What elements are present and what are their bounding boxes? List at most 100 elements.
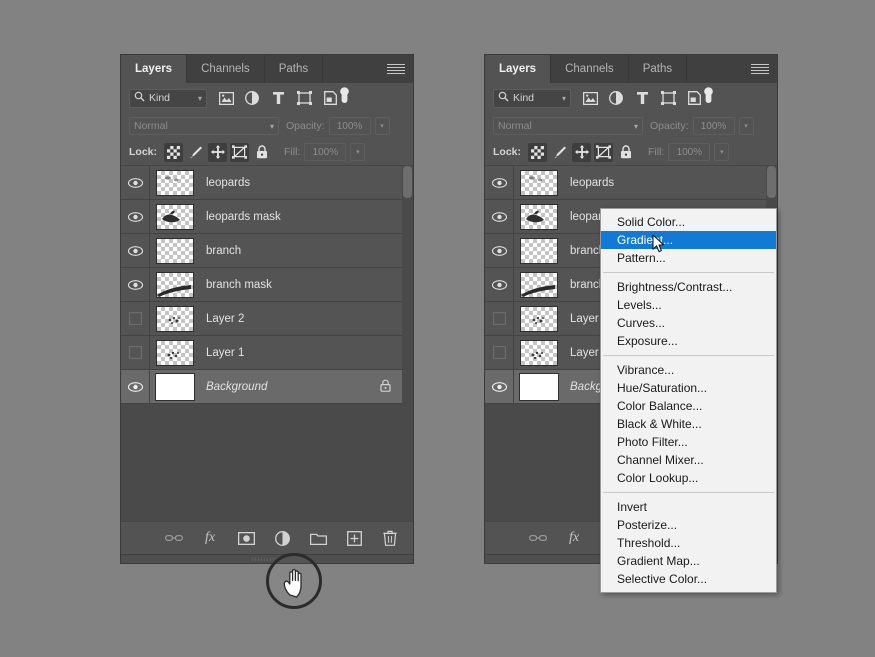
layer-thumbnail[interactable] (520, 305, 558, 332)
lock-image-pixels[interactable] (550, 143, 569, 162)
menu-item-channel-mixer[interactable]: Channel Mixer... (601, 451, 776, 469)
folder-icon[interactable] (309, 529, 327, 547)
opacity-stepper[interactable]: ▾ (374, 117, 390, 135)
layer-thumbnail[interactable] (520, 169, 558, 196)
menu-item-threshold[interactable]: Threshold... (601, 534, 776, 552)
trash-icon[interactable] (381, 529, 399, 547)
menu-item-solid-color[interactable]: Solid Color... (601, 213, 776, 231)
menu-item-color-balance[interactable]: Color Balance... (601, 397, 776, 415)
table-row[interactable]: leopards (121, 166, 413, 200)
hamburger-icon[interactable] (751, 55, 769, 83)
type-layer-filter-icon[interactable] (634, 90, 650, 106)
fill-input[interactable]: 100% (304, 143, 347, 161)
layer-visibility-toggle[interactable] (485, 234, 514, 267)
filter-toggle-switch[interactable] (702, 86, 715, 110)
menu-item-black-and-white[interactable]: Black & White... (601, 415, 776, 433)
menu-item-curves[interactable]: Curves... (601, 314, 776, 332)
opacity-input[interactable]: 100% (692, 117, 735, 135)
layer-visibility-toggle[interactable] (485, 302, 514, 335)
menu-item-exposure[interactable]: Exposure... (601, 332, 776, 350)
filter-toggle-switch[interactable] (338, 86, 351, 110)
menu-item-gradient[interactable]: Gradient... (601, 231, 776, 249)
layer-visibility-toggle[interactable] (121, 200, 150, 233)
layer-thumbnail[interactable] (519, 372, 559, 401)
menu-item-posterize[interactable]: Posterize... (601, 516, 776, 534)
layer-list-scrollbar[interactable] (402, 166, 413, 521)
menu-item-brightness-contrast[interactable]: Brightness/Contrast... (601, 278, 776, 296)
layer-thumbnail[interactable] (156, 339, 194, 366)
menu-item-hue-saturation[interactable]: Hue/Saturation... (601, 379, 776, 397)
scrollbar-thumb[interactable] (767, 166, 776, 198)
lock-artboard-nesting[interactable] (594, 142, 614, 162)
menu-item-photo-filter[interactable]: Photo Filter... (601, 433, 776, 451)
layer-visibility-toggle[interactable] (121, 234, 150, 267)
layer-visibility-toggle[interactable] (485, 336, 514, 369)
tab-paths[interactable]: Paths (628, 55, 688, 83)
table-row[interactable]: branch (121, 234, 413, 268)
lock-artboard-nesting[interactable] (230, 142, 250, 162)
lock-transparent-pixels[interactable] (528, 142, 548, 162)
table-row[interactable]: Layer 2 (121, 302, 413, 336)
tab-layers[interactable]: Layers (121, 55, 188, 83)
opacity-stepper[interactable]: ▾ (738, 117, 754, 135)
fill-stepper[interactable]: ▾ (350, 143, 366, 161)
layer-thumbnail[interactable] (520, 271, 558, 298)
filter-kind-select[interactable]: Kind ▾ (493, 88, 571, 108)
layer-visibility-toggle[interactable] (121, 268, 150, 301)
layer-visibility-toggle[interactable] (121, 302, 150, 335)
table-row[interactable]: Layer 1 (121, 336, 413, 370)
layer-thumbnail[interactable] (520, 203, 558, 230)
layer-visibility-toggle[interactable] (485, 370, 514, 403)
scrollbar-thumb[interactable] (403, 166, 412, 198)
layer-thumbnail[interactable] (156, 169, 194, 196)
tab-channels[interactable]: Channels (187, 55, 265, 83)
fill-stepper[interactable]: ▾ (714, 143, 730, 161)
menu-item-vibrance[interactable]: Vibrance... (601, 361, 776, 379)
link-icon[interactable] (529, 529, 547, 547)
opacity-input[interactable]: 100% (328, 117, 371, 135)
blend-mode-select[interactable]: Normal ▾ (129, 117, 279, 135)
adjustment-layer-filter-icon[interactable] (608, 90, 624, 106)
lock-position[interactable] (572, 142, 592, 162)
lock-image-pixels[interactable] (186, 143, 205, 162)
panel-resize-grip[interactable] (121, 554, 413, 563)
table-row[interactable]: Background (121, 370, 413, 404)
lock-transparent-pixels[interactable] (164, 142, 184, 162)
smart-object-filter-icon[interactable] (322, 90, 338, 106)
type-layer-filter-icon[interactable] (270, 90, 286, 106)
tab-layers[interactable]: Layers (485, 55, 552, 83)
menu-item-pattern[interactable]: Pattern... (601, 249, 776, 267)
tab-paths[interactable]: Paths (264, 55, 324, 83)
blend-mode-select[interactable]: Normal ▾ (493, 117, 643, 135)
adjustment-layer-filter-icon[interactable] (244, 90, 260, 106)
layer-thumbnail[interactable] (156, 237, 194, 264)
smart-object-filter-icon[interactable] (686, 90, 702, 106)
layer-visibility-toggle[interactable] (121, 336, 150, 369)
plus-square-icon[interactable] (345, 529, 363, 547)
filter-kind-select[interactable]: Kind ▾ (129, 88, 207, 108)
layer-thumbnail[interactable] (156, 271, 194, 298)
menu-item-gradient-map[interactable]: Gradient Map... (601, 552, 776, 570)
menu-item-selective-color[interactable]: Selective Color... (601, 570, 776, 588)
layer-thumbnail[interactable] (520, 339, 558, 366)
layer-visibility-toggle[interactable] (121, 166, 150, 199)
shape-layer-filter-icon[interactable] (296, 90, 312, 106)
table-row[interactable]: leopards (485, 166, 777, 200)
layer-thumbnail[interactable] (155, 372, 195, 401)
fx-icon[interactable]: fx (201, 529, 219, 547)
pixel-layer-filter-icon[interactable] (582, 90, 598, 106)
layer-thumbnail[interactable] (520, 237, 558, 264)
hamburger-icon[interactable] (387, 55, 405, 83)
layer-visibility-toggle[interactable] (485, 166, 514, 199)
mask-icon[interactable] (237, 529, 255, 547)
half-circle-icon[interactable] (273, 529, 291, 547)
tab-channels[interactable]: Channels (551, 55, 629, 83)
pixel-layer-filter-icon[interactable] (218, 90, 234, 106)
table-row[interactable]: leopards mask (121, 200, 413, 234)
menu-item-color-lookup[interactable]: Color Lookup... (601, 469, 776, 487)
layer-visibility-toggle[interactable] (121, 370, 150, 403)
table-row[interactable]: branch mask (121, 268, 413, 302)
layer-thumbnail[interactable] (156, 203, 194, 230)
fill-input[interactable]: 100% (668, 143, 711, 161)
link-icon[interactable] (165, 529, 183, 547)
